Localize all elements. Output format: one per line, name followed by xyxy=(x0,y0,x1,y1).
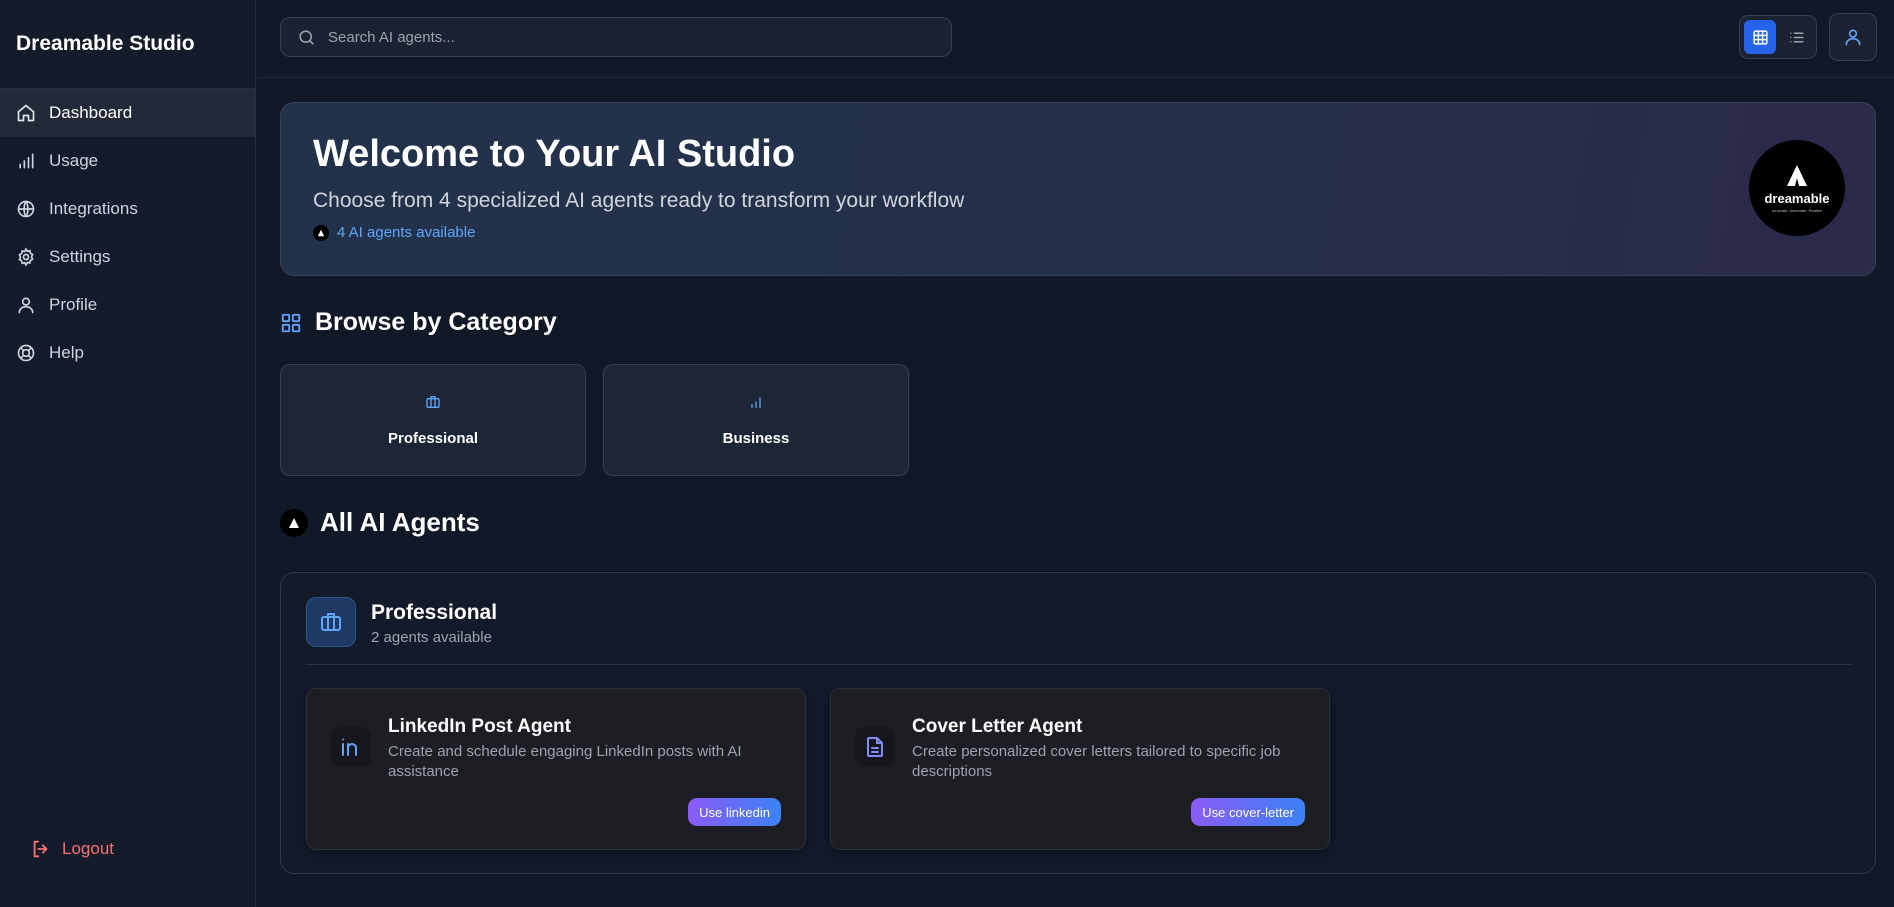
sidebar-item-label: Profile xyxy=(49,295,98,314)
sidebar-item-label: Integrations xyxy=(49,199,138,218)
brand-title: Dreamable Studio xyxy=(0,0,255,89)
badge-label: 4 AI agents available xyxy=(337,224,476,241)
sidebar-item-dashboard[interactable]: Dashboard xyxy=(0,89,255,137)
sidebar-item-help[interactable]: Help xyxy=(0,329,255,377)
all-agents-heading: All AI Agents xyxy=(280,507,480,538)
sidebar-item-integrations[interactable]: Integrations xyxy=(0,185,255,233)
search-icon xyxy=(299,29,314,45)
sidebar-item-label: Settings xyxy=(49,247,111,266)
category-card-professional[interactable]: Professional xyxy=(280,364,586,476)
logout-icon xyxy=(33,840,48,858)
use-cover-letter-button[interactable]: Use cover-letter xyxy=(1191,798,1305,826)
use-linkedin-button[interactable]: Use linkedin xyxy=(688,798,781,826)
list-view-button[interactable] xyxy=(1780,20,1812,54)
agent-card-linkedin[interactable]: LinkedIn Post Agent Create and schedule … xyxy=(306,688,806,850)
agent-name: LinkedIn Post Agent xyxy=(388,716,571,737)
logout-button[interactable]: Logout xyxy=(30,838,114,860)
sidebar-item-label: Dashboard xyxy=(49,103,133,122)
agent-description: Create personalized cover letters tailor… xyxy=(912,743,1281,780)
grid-view-button[interactable] xyxy=(1744,20,1776,54)
briefcase-icon xyxy=(321,613,341,631)
group-title: Professional xyxy=(371,601,498,624)
agent-name: Cover Letter Agent xyxy=(912,716,1083,737)
agent-description: Create and schedule engaging LinkedIn po… xyxy=(388,743,742,780)
page-title: Welcome to Your AI Studio xyxy=(313,133,796,175)
category-card-business[interactable]: Business xyxy=(603,364,909,476)
welcome-banner: Welcome to Your AI Studio Choose from 4 … xyxy=(280,102,1876,276)
sidebar-nav: Dashboard Usage Integrations Settings Pr… xyxy=(0,89,255,377)
agent-group-professional: Professional 2 agents available LinkedIn… xyxy=(280,572,1876,874)
agent-card-cover-letter[interactable]: Cover Letter Agent Create personalized c… xyxy=(830,688,1330,850)
user-icon xyxy=(18,297,34,314)
agents-available-badge: 4 AI agents available xyxy=(313,224,475,241)
user-menu-button[interactable] xyxy=(1829,13,1877,61)
bar-chart-icon xyxy=(751,396,761,408)
sidebar-item-usage[interactable]: Usage xyxy=(0,137,255,185)
view-toggle xyxy=(1739,15,1817,59)
user-icon xyxy=(1845,29,1861,46)
hero-subtitle: Choose from 4 specialized AI agents read… xyxy=(313,189,965,212)
dreamable-logo-icon xyxy=(1787,165,1807,186)
topbar xyxy=(257,0,1894,78)
logo-tagline: Innovate. Automate. Realize xyxy=(1771,208,1823,213)
globe-icon xyxy=(17,200,35,218)
group-count: 2 agents available xyxy=(371,629,492,646)
search-input[interactable] xyxy=(328,28,928,46)
document-icon xyxy=(867,737,883,757)
logout-label: Logout xyxy=(62,839,114,858)
list-icon xyxy=(1789,32,1804,42)
agent-icon-container xyxy=(331,727,371,767)
agent-icon-container xyxy=(855,727,895,767)
category-label: Professional xyxy=(387,429,479,447)
search-box[interactable] xyxy=(280,17,952,57)
dreamable-logo-icon xyxy=(313,224,329,241)
lifebuoy-icon xyxy=(17,344,35,362)
briefcase-icon xyxy=(426,395,440,408)
grid-icon xyxy=(281,313,301,332)
sidebar-item-label: Usage xyxy=(49,151,99,170)
all-agents-heading-label: All AI Agents xyxy=(320,507,480,537)
sidebar-item-profile[interactable]: Profile xyxy=(0,281,255,329)
category-label: Business xyxy=(722,429,790,447)
gear-icon xyxy=(18,247,34,267)
dreamable-logo-icon xyxy=(280,508,308,537)
bar-chart-icon xyxy=(19,153,34,169)
browse-heading: Browse by Category xyxy=(280,308,557,337)
group-icon-container xyxy=(306,597,356,647)
linkedin-icon xyxy=(342,738,357,756)
sidebar: Dreamable Studio Dashboard Usage Integra… xyxy=(0,0,256,907)
dreamable-logo: dreamable Innovate. Automate. Realize xyxy=(1749,140,1845,236)
sidebar-item-settings[interactable]: Settings xyxy=(0,233,255,281)
browse-heading-label: Browse by Category xyxy=(315,308,557,336)
home-icon xyxy=(17,104,35,122)
grid-icon xyxy=(1752,29,1768,45)
divider xyxy=(306,664,1852,665)
logo-wordmark: dreamable xyxy=(1764,191,1830,206)
sidebar-item-label: Help xyxy=(49,343,84,362)
